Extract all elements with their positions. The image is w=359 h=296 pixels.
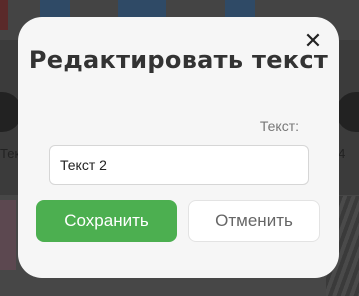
text-field-label: Текст:	[259, 118, 299, 134]
edit-text-dialog: ✕ Редактировать текст Текст: Сохранить О…	[18, 17, 339, 278]
text-input[interactable]	[49, 145, 309, 185]
cancel-button[interactable]: Отменить	[188, 200, 320, 242]
background-image	[0, 200, 16, 270]
background-image	[0, 0, 8, 30]
save-button[interactable]: Сохранить	[36, 200, 177, 242]
dialog-title: Редактировать текст	[28, 46, 329, 74]
background-icon-right	[336, 92, 359, 132]
